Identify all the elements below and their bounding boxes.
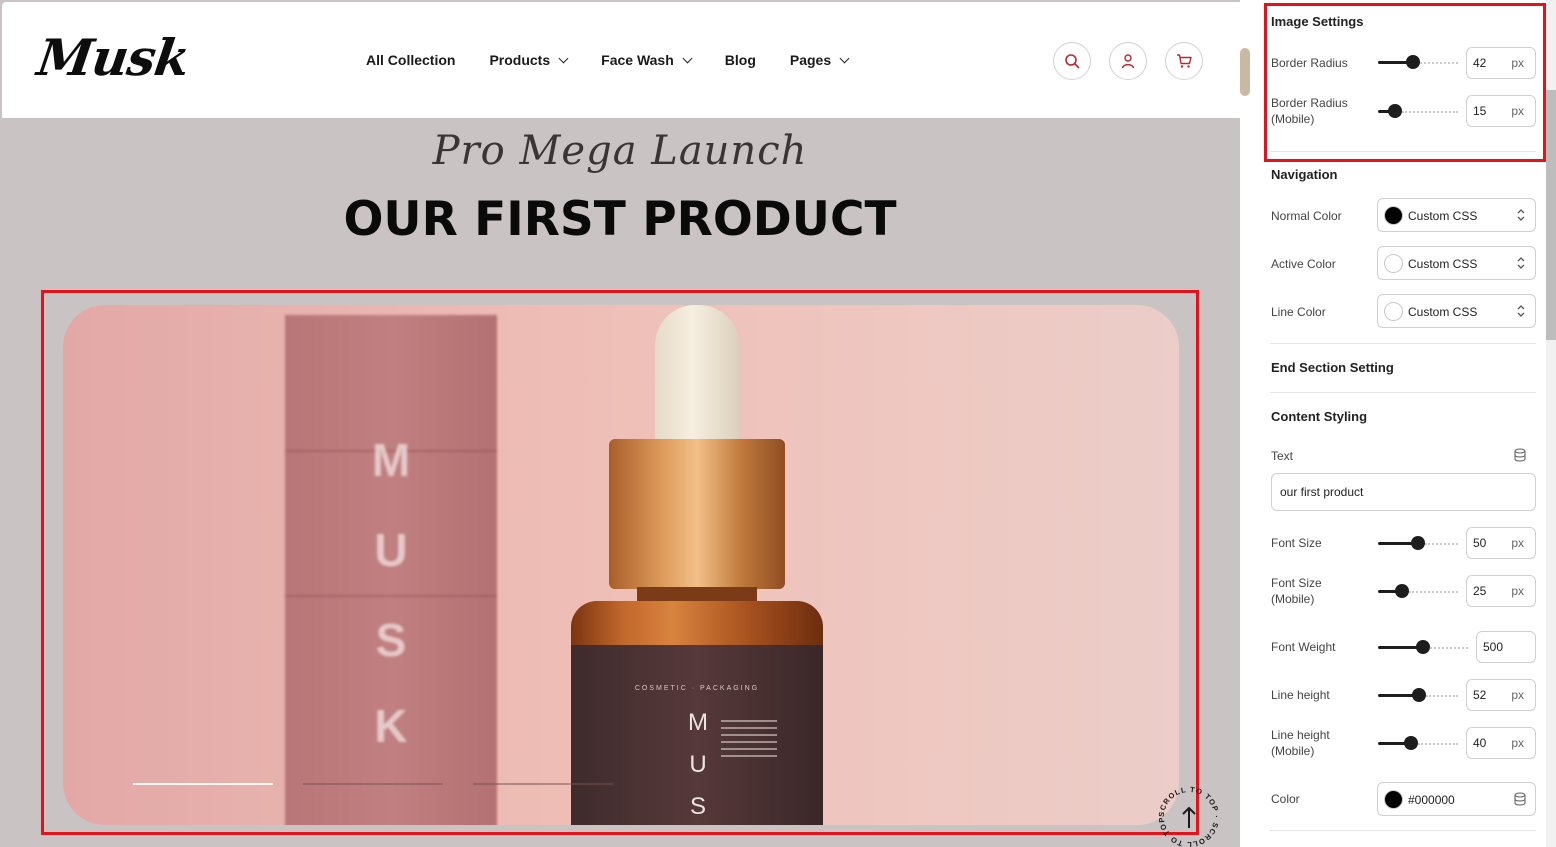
chevron-down-icon [682,53,693,63]
font-weight-input[interactable]: 500 [1476,631,1536,663]
line-color-select[interactable]: Custom CSS [1377,294,1536,328]
line-height-mobile-input[interactable]: 40 px [1466,727,1536,759]
nav-label: Face Wash [601,52,674,68]
nav-products[interactable]: Products [489,52,569,68]
input-value: 52 [1473,688,1487,702]
line-height-mobile-label: Line height (Mobile) [1271,728,1330,758]
unit-label: px [1511,536,1524,550]
color-swatch [1384,254,1403,273]
site-logo[interactable]: Musk [34,28,193,87]
updown-chevron-icon [1517,209,1525,221]
divider [1270,830,1536,831]
select-value: Custom CSS [1408,257,1478,271]
nav-label: Blog [724,52,756,68]
slider-track [1426,695,1458,697]
database-icon[interactable] [1513,448,1527,462]
line-color-label: Line Color [1271,305,1326,319]
line-height-mobile-slider[interactable] [1378,736,1458,750]
divider [1270,343,1536,344]
text-label: Text [1271,449,1294,463]
chevron-down-icon [839,53,850,63]
line-height-slider[interactable] [1378,688,1458,702]
preview-scrollbar[interactable] [1240,48,1250,96]
main-nav: All Collection Products Face Wash Blog P… [366,52,882,68]
slider-knob[interactable] [1411,536,1425,550]
hero-subtitle: Pro Mega Launch [432,128,808,174]
slider-track [1409,591,1458,593]
scroll-top-badge: SCROLL TO TOP · SCROLL TO TOP · [1152,775,1221,847]
slider-knob[interactable] [1395,584,1409,598]
cart-icon [1177,54,1192,68]
slider-track [1430,647,1468,649]
input-value: 500 [1483,640,1504,654]
text-input[interactable]: our first product [1271,473,1536,511]
hero-title: OUR FIRST PRODUCT [343,192,897,247]
nav-blog[interactable]: Blog [725,52,756,68]
nav-face-wash[interactable]: Face Wash [601,52,693,68]
color-swatch [1384,206,1403,225]
font-size-input[interactable]: 50 px [1466,527,1536,559]
input-value: 25 [1473,584,1487,598]
account-button[interactable] [1109,42,1147,80]
color-hex-value: #000000 [1408,793,1455,807]
select-value: Custom CSS [1408,305,1478,319]
unit-label: px [1511,688,1524,702]
nav-pages[interactable]: Pages [789,52,850,68]
selection-highlight-hero [41,290,1199,835]
scroll-top-ring-text: SCROLL TO TOP · SCROLL TO TOP · [1154,782,1221,847]
site-header: Musk All Collection Products Face Wash B… [2,2,1240,118]
line-height-label: Line height [1271,688,1330,702]
nav-all-collection[interactable]: All Collection [366,52,455,68]
font-size-label: Font Size [1271,536,1322,550]
end-section-title[interactable]: End Section Setting [1271,360,1394,375]
line-height-input[interactable]: 52 px [1466,679,1536,711]
slider-track [1425,543,1458,545]
unit-label: px [1511,584,1524,598]
slider-knob[interactable] [1404,736,1418,750]
updown-chevron-icon [1517,257,1525,269]
font-weight-slider[interactable] [1378,640,1468,654]
chevron-down-icon [558,53,569,63]
nav-label: Pages [789,52,832,68]
normal-color-select[interactable]: Custom CSS [1377,198,1536,232]
font-size-mobile-label: Font Size (Mobile) [1271,576,1322,606]
panel-scrollbar[interactable] [1546,90,1556,340]
updown-chevron-icon [1517,305,1525,317]
database-icon[interactable] [1513,791,1527,807]
navigation-title: Navigation [1271,167,1338,182]
input-value: 40 [1473,736,1487,750]
unit-label: px [1511,736,1524,750]
font-size-mobile-input[interactable]: 25 px [1466,575,1536,607]
arrow-up-icon [1182,806,1196,828]
slider-track [1418,743,1458,745]
slider-knob[interactable] [1416,640,1430,654]
font-size-mobile-slider[interactable] [1378,584,1458,598]
search-icon [1065,54,1080,69]
cart-button[interactable] [1165,42,1203,80]
slider-knob[interactable] [1412,688,1426,702]
color-swatch [1384,302,1403,321]
color-swatch [1384,790,1403,809]
color-label: Color [1271,792,1300,806]
divider [1270,392,1536,393]
active-color-select[interactable]: Custom CSS [1377,246,1536,280]
user-icon [1121,54,1135,69]
active-color-label: Active Color [1271,257,1336,271]
selection-highlight-image-settings [1264,3,1546,162]
font-size-slider[interactable] [1378,536,1458,550]
content-styling-title: Content Styling [1271,409,1368,424]
input-value: 50 [1473,536,1487,550]
text-color-picker[interactable]: #000000 [1377,782,1536,816]
select-value: Custom CSS [1408,209,1478,223]
nav-label: Products [489,52,551,68]
font-weight-label: Font Weight [1271,640,1336,654]
scroll-to-top-button[interactable]: SCROLL TO TOP · SCROLL TO TOP · [1152,775,1224,847]
nav-label: All Collection [366,52,456,68]
site-preview: Musk All Collection Products Face Wash B… [0,0,1240,847]
search-button[interactable] [1053,42,1091,80]
normal-color-label: Normal Color [1271,209,1342,223]
